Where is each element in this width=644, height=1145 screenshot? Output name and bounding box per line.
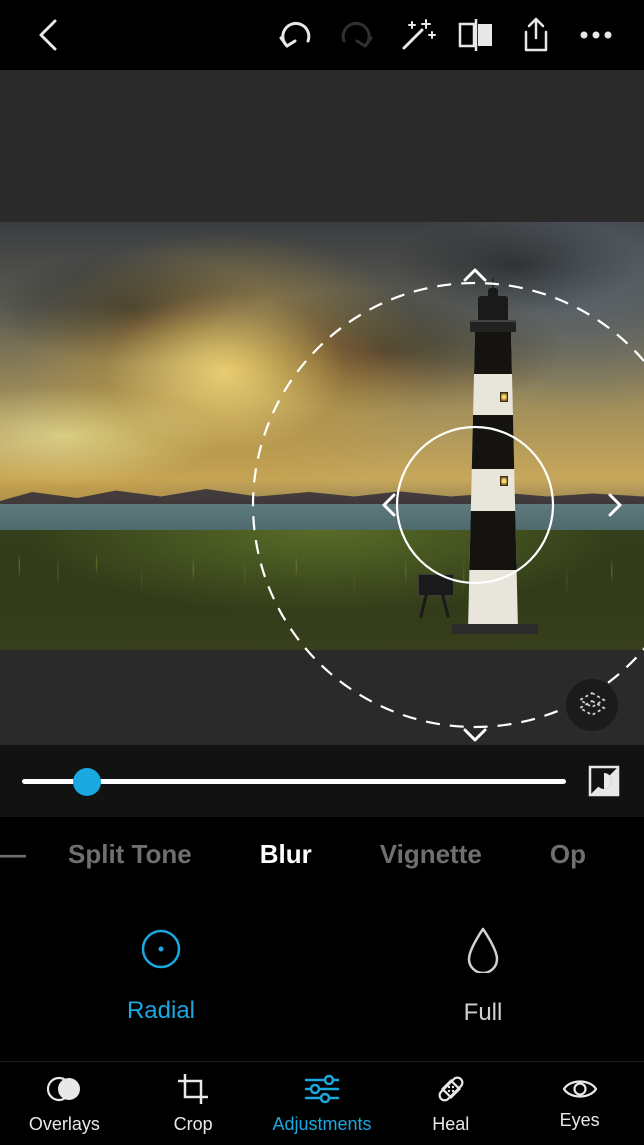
invert-blur-button[interactable]: [586, 763, 622, 799]
subtab-split-tone[interactable]: Split Tone: [34, 839, 226, 870]
nav-crop-label: Crop: [174, 1114, 213, 1135]
nav-overlays-label: Overlays: [29, 1114, 100, 1135]
subtab-peek-right[interactable]: Op: [516, 839, 586, 870]
bandage-icon: [434, 1072, 468, 1106]
adjustment-subtabs[interactable]: — Split Tone Blur Vignette Op: [0, 817, 644, 891]
share-icon: [520, 16, 552, 54]
radial-icon: [139, 927, 183, 971]
blur-type-radial[interactable]: Radial: [61, 927, 261, 1025]
radial-handle-left[interactable]: [369, 485, 409, 525]
undo-button[interactable]: [266, 5, 326, 65]
blur-slider-row: [0, 745, 644, 817]
layers-icon: [576, 689, 608, 721]
undo-icon: [278, 19, 314, 51]
more-button[interactable]: [566, 5, 626, 65]
lighthouse-graphic: [448, 286, 538, 630]
photo-preview: [0, 222, 644, 650]
ellipsis-icon: [579, 30, 613, 40]
subtab-peek-left[interactable]: —: [0, 839, 34, 870]
redo-icon: [338, 19, 374, 51]
bottom-nav: Overlays Crop Adjustments Heal Eyes: [0, 1061, 644, 1145]
magic-wand-icon: [396, 16, 436, 54]
invert-icon: [588, 765, 620, 797]
nav-eyes-label: Eyes: [560, 1110, 600, 1131]
auto-enhance-button[interactable]: [386, 5, 446, 65]
nav-heal[interactable]: Heal: [392, 1072, 510, 1135]
eye-icon: [561, 1076, 599, 1102]
sliders-icon: [303, 1072, 341, 1106]
redo-button: [326, 5, 386, 65]
back-button[interactable]: [18, 5, 78, 65]
nav-overlays[interactable]: Overlays: [5, 1072, 123, 1135]
blur-type-full-label: Full: [464, 999, 503, 1027]
radial-handle-right[interactable]: [595, 485, 635, 525]
nav-heal-label: Heal: [432, 1114, 469, 1135]
droplet-icon: [463, 925, 503, 973]
nav-eyes[interactable]: Eyes: [521, 1076, 639, 1131]
blur-type-row: Radial Full: [0, 891, 644, 1061]
compare-button[interactable]: [446, 5, 506, 65]
share-button[interactable]: [506, 5, 566, 65]
nav-crop[interactable]: Crop: [134, 1072, 252, 1135]
blur-type-radial-label: Radial: [127, 997, 195, 1025]
blur-intensity-slider[interactable]: [22, 761, 566, 801]
chevron-left-icon: [37, 18, 59, 52]
top-toolbar: [0, 0, 644, 70]
subtab-vignette[interactable]: Vignette: [346, 839, 516, 870]
overlays-icon: [47, 1072, 81, 1106]
blur-type-full[interactable]: Full: [383, 925, 583, 1027]
radial-handle-bottom[interactable]: [455, 715, 495, 755]
canvas-area[interactable]: [0, 70, 644, 745]
nav-adjustments-label: Adjustments: [272, 1114, 371, 1135]
crop-icon: [176, 1072, 210, 1106]
sign-graphic: [414, 574, 458, 618]
nav-adjustments[interactable]: Adjustments: [263, 1072, 381, 1135]
compare-icon: [457, 18, 495, 52]
radial-handle-top[interactable]: [455, 255, 495, 295]
subtab-blur[interactable]: Blur: [226, 839, 346, 870]
layers-button[interactable]: [566, 679, 618, 731]
